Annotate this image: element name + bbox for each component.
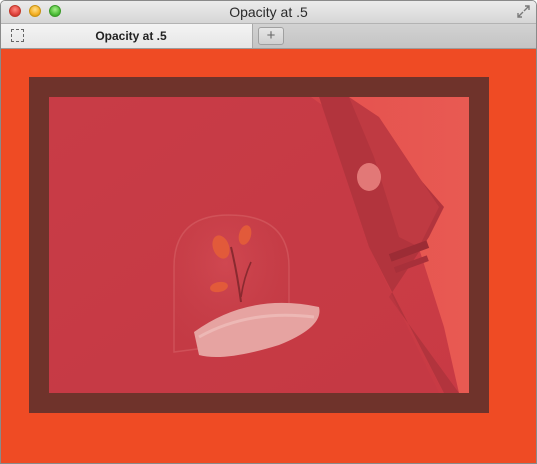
image-frame	[29, 77, 489, 413]
browser-window: Opacity at .5 Opacity at .5 +	[0, 0, 537, 464]
tab-opacity[interactable]: Opacity at .5	[1, 24, 253, 48]
tab-bar: Opacity at .5 +	[1, 24, 536, 49]
photo-snow-globe	[49, 97, 469, 393]
new-tab-button[interactable]: +	[258, 27, 284, 45]
page-content	[1, 49, 536, 463]
tab-title: Opacity at .5	[95, 29, 167, 43]
fullscreen-icon[interactable]	[517, 5, 530, 18]
window-title: Opacity at .5	[229, 4, 308, 20]
dashed-page-icon	[11, 29, 24, 42]
title-bar[interactable]: Opacity at .5	[1, 1, 536, 24]
photo-image	[49, 97, 469, 393]
